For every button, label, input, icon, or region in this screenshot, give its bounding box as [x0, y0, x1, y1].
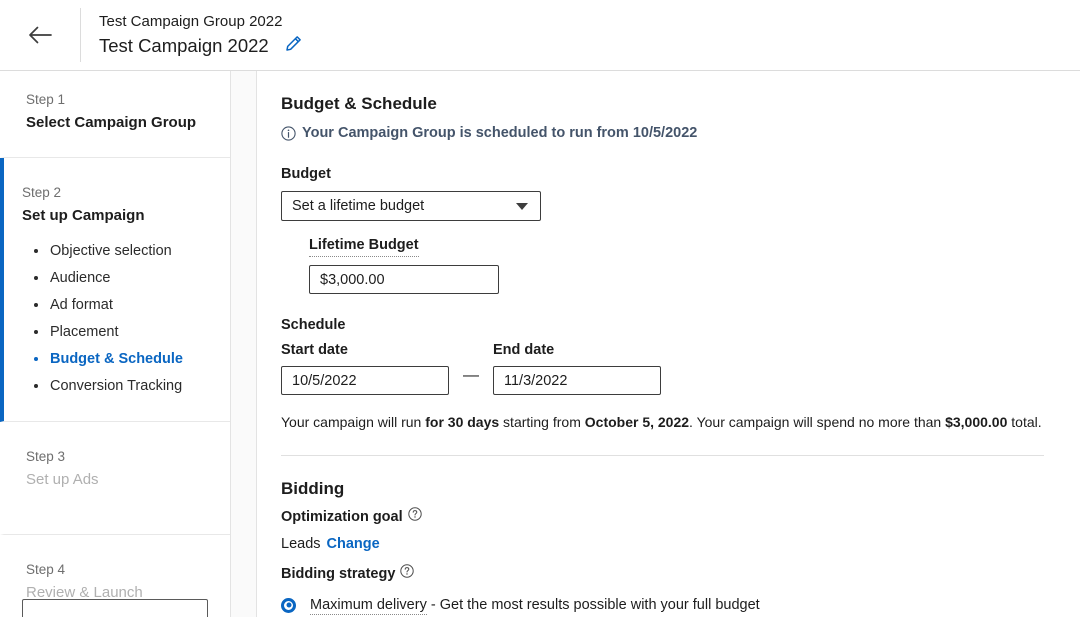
campaign-title: Test Campaign 2022	[99, 34, 269, 58]
lifetime-budget-group: Lifetime Budget $3,000.00	[309, 236, 1056, 294]
budget-type-select-value: Set a lifetime budget	[292, 198, 424, 214]
end-date-label: End date	[493, 341, 661, 360]
end-date-group: End date 11/3/2022	[493, 341, 661, 395]
start-date-value: 10/5/2022	[292, 373, 357, 389]
summary-part-1: Your campaign will run	[281, 414, 425, 430]
app-header: Test Campaign Group 2022 Test Campaign 2…	[0, 0, 1080, 71]
sidebar-step-3[interactable]: Step 3 Set up Ads	[0, 422, 230, 535]
sidebar-step-4-label: Step 4	[26, 561, 210, 579]
change-optimization-goal-link[interactable]: Change	[327, 536, 380, 552]
end-date-value: 11/3/2022	[504, 373, 567, 389]
sidebar-item-placement[interactable]: Placement	[34, 323, 210, 341]
edit-campaign-name-button[interactable]	[285, 35, 302, 57]
schedule-heading: Schedule	[281, 316, 1056, 335]
lifetime-budget-label: Lifetime Budget	[309, 236, 419, 257]
start-date-group: Start date 10/5/2022	[281, 341, 449, 395]
bidding-strategy-header: Bidding strategy	[281, 564, 1056, 584]
bidding-option-name-0: Maximum delivery	[310, 597, 427, 615]
sidebar-item-objective-selection[interactable]: Objective selection	[34, 242, 210, 260]
sidebar-step-2[interactable]: Step 2 Set up Campaign Objective selecti…	[0, 158, 230, 422]
pencil-icon	[285, 35, 302, 57]
sidebar-step-1-name: Select Campaign Group	[26, 112, 210, 133]
schedule-notice-text: Your Campaign Group is scheduled to run …	[302, 123, 697, 143]
help-circle-icon[interactable]	[400, 564, 414, 584]
back-button[interactable]	[0, 0, 80, 70]
start-date-input[interactable]: 10/5/2022	[281, 366, 449, 395]
radio-maximum-delivery[interactable]	[281, 598, 296, 613]
sidebar-bottom-button[interactable]	[22, 599, 208, 617]
help-circle-icon[interactable]	[408, 507, 422, 527]
arrow-left-icon	[27, 25, 53, 45]
schedule-summary: Your campaign will run for 30 days start…	[281, 412, 1056, 432]
main-content: Budget & Schedule Your Campaign Group is…	[257, 71, 1080, 617]
bidding-option-label-0: Maximum delivery - Get the most results …	[310, 595, 760, 615]
sidebar-step-2-label: Step 2	[22, 184, 210, 202]
optimization-goal-header: Optimization goal	[281, 507, 1056, 527]
lifetime-budget-value: $3,000.00	[320, 272, 385, 288]
chevron-down-icon	[516, 203, 528, 210]
header-titles: Test Campaign Group 2022 Test Campaign 2…	[81, 12, 302, 58]
sidebar-substep-list: Objective selection Audience Ad format P…	[22, 242, 210, 395]
schedule-notice: Your Campaign Group is scheduled to run …	[281, 123, 1056, 143]
date-range-row: Start date 10/5/2022 — End date 11/3/202…	[281, 341, 1056, 395]
sidebar-step-2-name: Set up Campaign	[22, 205, 210, 226]
sidebar-step-1[interactable]: Step 1 Select Campaign Group	[0, 71, 230, 158]
bidding-title: Bidding	[281, 478, 1056, 500]
bidding-option-desc-0: - Get the most results possible with you…	[427, 597, 760, 613]
date-range-separator: —	[463, 361, 479, 390]
bidding-option-maximum-delivery[interactable]: Maximum delivery - Get the most results …	[281, 595, 1056, 615]
sidebar-step-1-label: Step 1	[26, 91, 210, 109]
optimization-goal-label: Optimization goal	[281, 508, 403, 527]
sidebar-item-audience[interactable]: Audience	[34, 269, 210, 287]
info-circle-icon	[281, 126, 296, 141]
summary-part-4: total.	[1007, 414, 1041, 430]
summary-total-amount: $3,000.00	[945, 414, 1007, 430]
sidebar-item-budget-schedule[interactable]: Budget & Schedule	[34, 350, 210, 368]
summary-part-3: . Your campaign will spend no more than	[689, 414, 945, 430]
budget-type-select[interactable]: Set a lifetime budget	[281, 191, 541, 221]
optimization-goal-value: Leads	[281, 536, 321, 552]
bidding-strategy-label: Bidding strategy	[281, 565, 395, 584]
sidebar-item-ad-format[interactable]: Ad format	[34, 296, 210, 314]
section-divider	[281, 455, 1044, 456]
bidding-strategy-options: Maximum delivery - Get the most results …	[281, 595, 1056, 617]
page-title: Budget & Schedule	[281, 93, 1056, 115]
start-date-label: Start date	[281, 341, 449, 360]
sidebar-step-3-label: Step 3	[26, 448, 210, 466]
wizard-sidebar: Step 1 Select Campaign Group Step 2 Set …	[0, 71, 231, 617]
campaign-title-row: Test Campaign 2022	[99, 34, 302, 58]
summary-start-date: October 5, 2022	[585, 414, 689, 430]
campaign-group-title: Test Campaign Group 2022	[99, 12, 302, 32]
page-body: Step 1 Select Campaign Group Step 2 Set …	[0, 71, 1080, 617]
lifetime-budget-input[interactable]: $3,000.00	[309, 265, 499, 294]
sidebar-item-conversion-tracking[interactable]: Conversion Tracking	[34, 377, 210, 395]
sidebar-step-3-name: Set up Ads	[26, 469, 210, 490]
optimization-goal-row: Leads Change	[281, 535, 1056, 554]
summary-duration: for 30 days	[425, 414, 499, 430]
sidebar-content-gutter	[231, 71, 257, 617]
summary-part-2: starting from	[499, 414, 585, 430]
end-date-input[interactable]: 11/3/2022	[493, 366, 661, 395]
budget-label: Budget	[281, 165, 1056, 184]
